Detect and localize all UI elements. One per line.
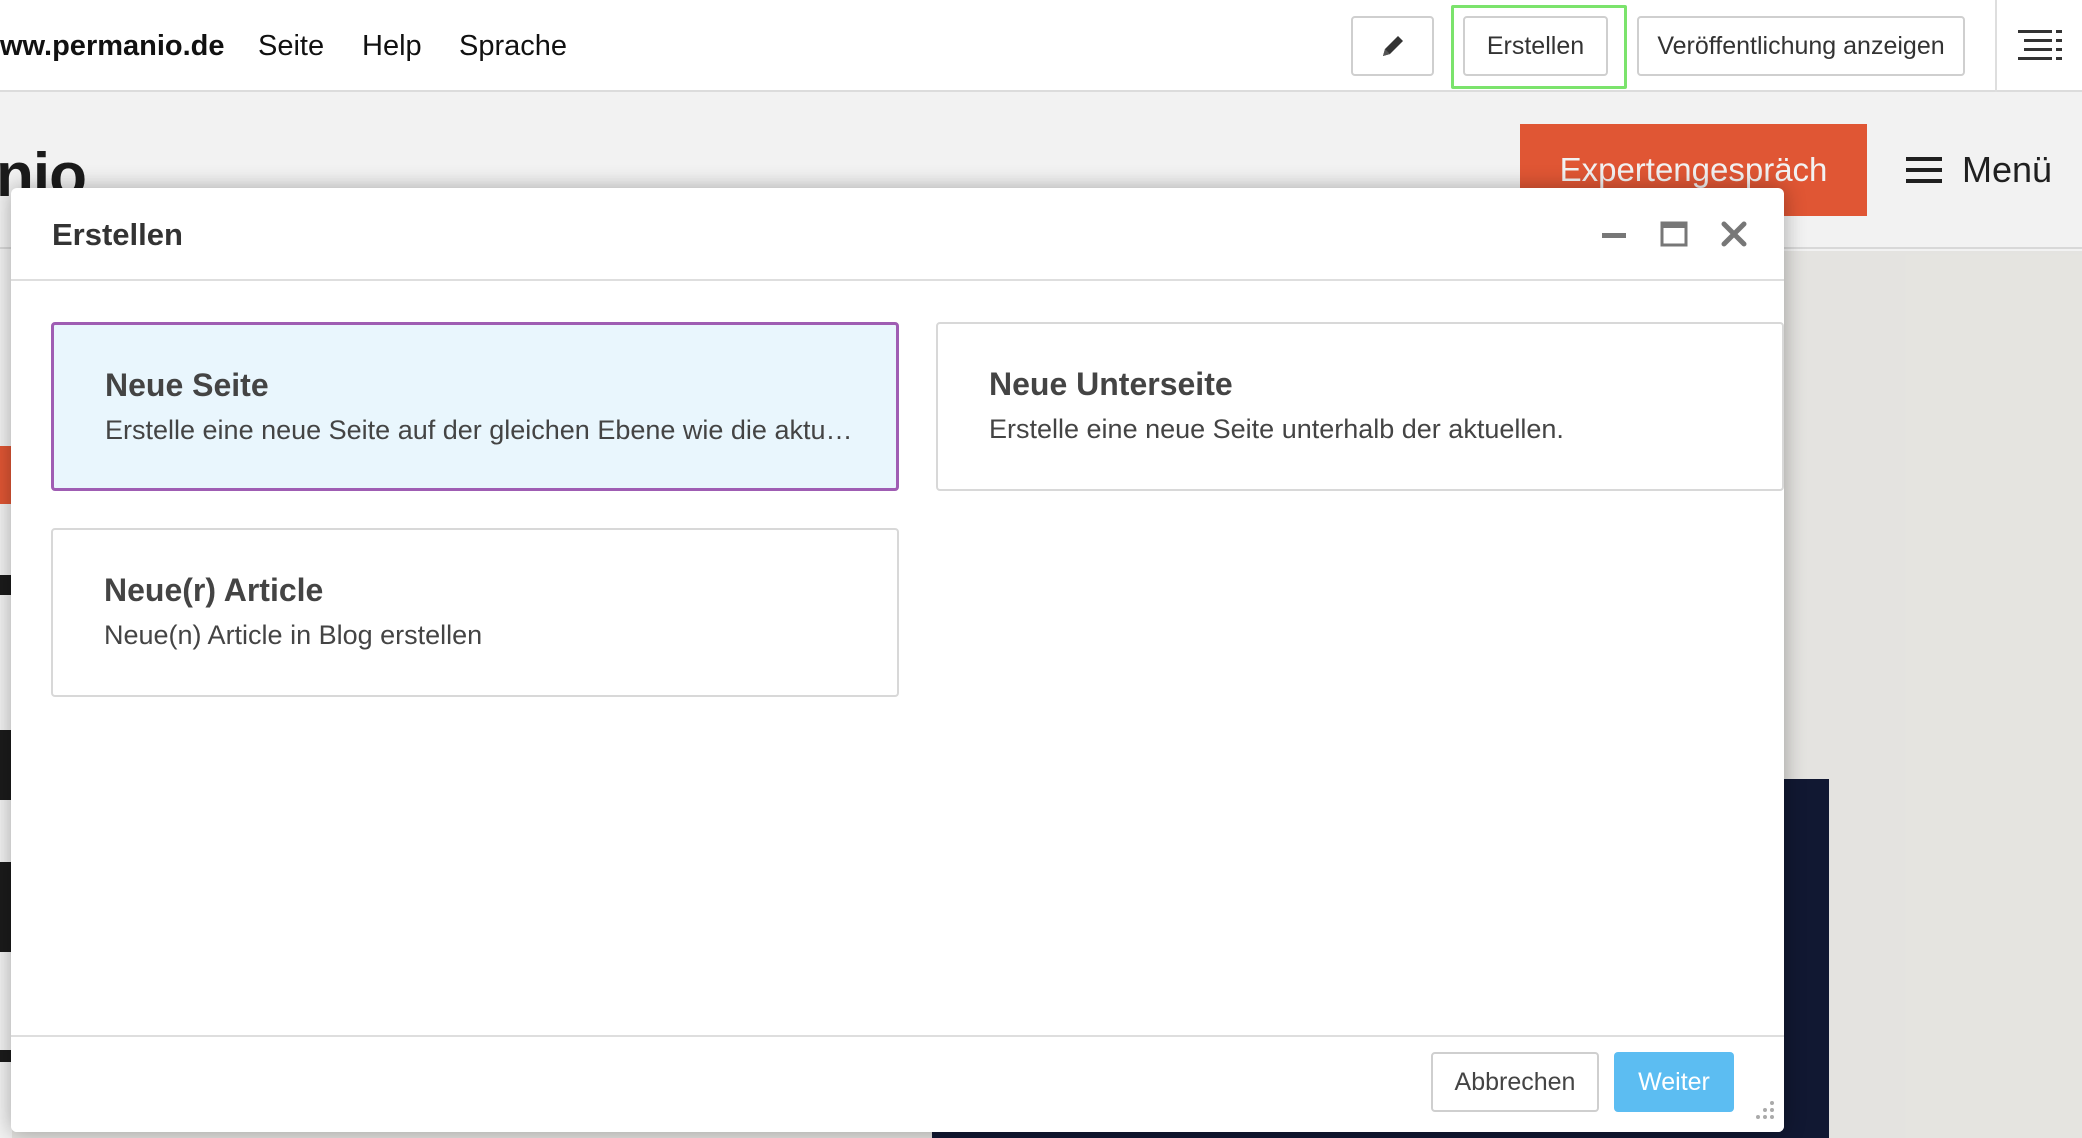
- option-description: Erstelle eine neue Seite unterhalb der a…: [989, 414, 1564, 444]
- pencil-icon: [1382, 36, 1403, 56]
- next-button[interactable]: Weiter: [1614, 1052, 1734, 1112]
- option-description: Erstelle eine neue Seite auf der gleiche…: [105, 415, 865, 445]
- maximize-icon[interactable]: [1656, 216, 1692, 252]
- view-published-button[interactable]: Veröffentlichung anzeigen: [1637, 16, 1965, 76]
- minimize-icon[interactable]: [1596, 216, 1632, 252]
- option-title: Neue Seite: [105, 367, 269, 403]
- menu-help[interactable]: Help: [362, 0, 422, 92]
- dialog-title: Erstellen: [52, 217, 183, 252]
- create-button[interactable]: Erstellen: [1463, 16, 1608, 76]
- menu-seite[interactable]: Seite: [258, 0, 324, 92]
- menu-sprache[interactable]: Sprache: [459, 0, 567, 92]
- dialog-header: Erstellen: [11, 188, 1784, 281]
- resize-grip-icon[interactable]: [1751, 1098, 1777, 1124]
- site-title-menu[interactable]: ww.permanio.de: [0, 0, 225, 92]
- toolbar-divider: [1995, 0, 1997, 92]
- option-new-page[interactable]: Neue Seite Erstelle eine neue Seite auf …: [51, 322, 899, 491]
- dialog-footer: Abbrechen Weiter: [11, 1035, 1784, 1132]
- cms-toolbar: ww.permanio.de Seite Help Sprache Erstel…: [0, 0, 2082, 92]
- option-new-subpage[interactable]: Neue Unterseite Erstelle eine neue Seite…: [936, 322, 1784, 491]
- close-icon[interactable]: [1716, 216, 1752, 252]
- cancel-button[interactable]: Abbrechen: [1431, 1052, 1599, 1112]
- option-description: Neue(n) Article in Blog erstellen: [104, 620, 483, 650]
- edit-button[interactable]: [1351, 16, 1434, 76]
- option-title: Neue Unterseite: [989, 366, 1233, 402]
- option-title: Neue(r) Article: [104, 572, 324, 608]
- create-dialog: Erstellen Neue Seite Erstelle eine neue …: [11, 188, 1784, 1132]
- option-new-article[interactable]: Neue(r) Article Neue(n) Article in Blog …: [51, 528, 899, 697]
- structure-menu-icon[interactable]: [2018, 26, 2062, 66]
